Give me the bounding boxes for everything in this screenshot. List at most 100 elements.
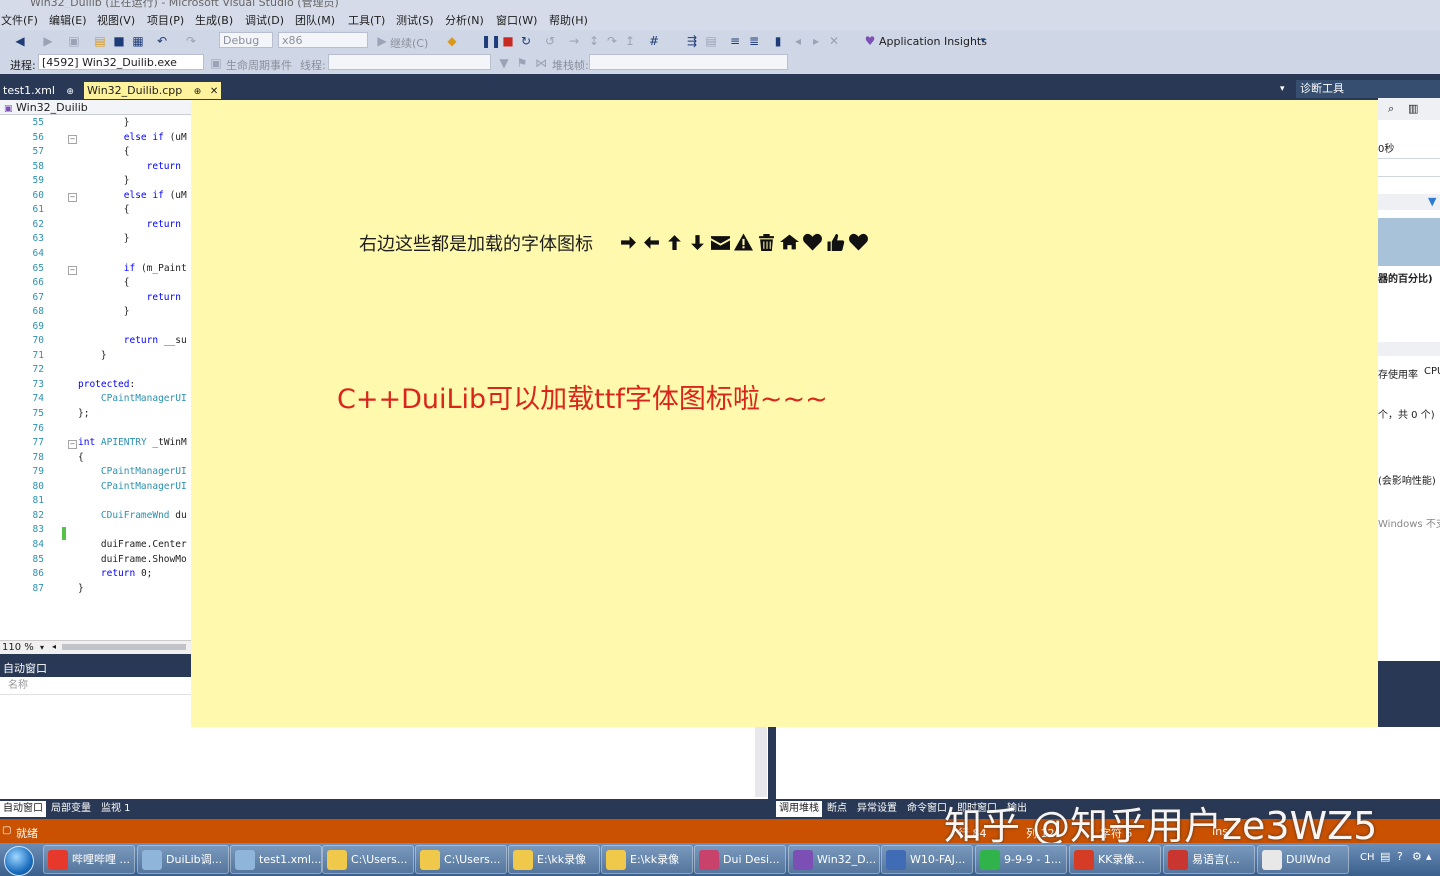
start-button[interactable] (0, 844, 38, 876)
code-line[interactable]: return __su (78, 335, 187, 346)
fold-toggle-icon[interactable]: − (68, 265, 77, 275)
taskbar-item[interactable]: Win32_D... (788, 845, 880, 874)
process-select[interactable]: [4592] Win32_Duilib.exe (38, 54, 204, 70)
taskbar-item[interactable]: 9-9-9 - 1... (975, 845, 1067, 874)
pause-icon[interactable]: ❚❚ (481, 33, 501, 49)
fold-toggle-icon[interactable]: − (68, 134, 77, 144)
code-line[interactable]: }; (78, 408, 89, 419)
zoom-in-icon[interactable]: ⌕ (1388, 102, 1394, 116)
zoom-select[interactable]: 110 % (0, 642, 34, 653)
save-icon[interactable]: ■ (111, 33, 127, 49)
next-bookmark-icon[interactable]: ▸ (808, 33, 824, 49)
menu-item[interactable]: 帮助(H) (549, 12, 588, 28)
threads-icon[interactable]: ⇶ (684, 33, 700, 49)
menu-item[interactable]: 团队(M) (295, 12, 335, 28)
code-line[interactable]: CDuiFrameWnd du (78, 510, 187, 521)
code-line[interactable]: duiFrame.Center (78, 539, 187, 550)
diag-filter[interactable]: ▼ (1378, 194, 1440, 210)
tab-call-stack[interactable]: 调用堆栈 (776, 801, 822, 817)
code-line[interactable]: return (78, 161, 181, 172)
taskbar-item[interactable]: KK录像... (1069, 845, 1161, 874)
tray-expand-icon[interactable]: ▴ (1426, 850, 1432, 863)
prev-bookmark-icon[interactable]: ◂ (790, 33, 806, 49)
show-next-statement-icon[interactable]: ↺ (542, 33, 558, 49)
bookmark-icon[interactable]: ▮ (770, 33, 786, 49)
step-out-icon[interactable]: ↷ (604, 33, 620, 49)
open-icon[interactable]: ▤ (92, 33, 108, 49)
stackframe-select[interactable] (589, 54, 788, 70)
panel-splitter[interactable] (768, 727, 774, 799)
taskbar-item[interactable]: test1.xml... (230, 845, 322, 874)
code-line[interactable]: } (78, 583, 84, 594)
code-line[interactable]: } (78, 175, 130, 186)
horizontal-scrollbar[interactable] (62, 644, 186, 650)
memory-icon[interactable]: ▤ (703, 33, 719, 49)
platform-select[interactable]: x86 (278, 32, 368, 48)
menu-item[interactable]: 编辑(E) (49, 12, 87, 28)
code-line[interactable]: return (78, 219, 181, 230)
navigation-bar[interactable]: ▣ Win32_Duilib (0, 100, 192, 115)
save-all-icon[interactable]: ▦ (130, 33, 146, 49)
taskbar-item[interactable]: 易语言(... (1163, 845, 1255, 874)
filter-icon[interactable]: ▼ (496, 55, 512, 71)
filter-dropdown-icon[interactable]: ▼ (1428, 195, 1436, 208)
restart-icon[interactable]: ↻ (518, 33, 534, 49)
menu-item[interactable]: 工具(T) (348, 12, 385, 28)
tray-settings-icon[interactable]: ⚙ (1412, 850, 1422, 863)
step-back-icon[interactable]: ↥ (622, 33, 638, 49)
forward-icon[interactable]: ▶ (40, 33, 56, 49)
app-insights-button[interactable]: Application Insights (879, 35, 987, 48)
taskbar-item[interactable]: E:\kk录像 (601, 845, 693, 874)
diag-mem-usage[interactable]: 存使用率 (1378, 366, 1418, 381)
new-project-icon[interactable]: ▣ (66, 33, 82, 49)
zoom-dropdown-icon[interactable]: ▾ (40, 641, 44, 654)
menu-item[interactable]: 调试(D) (245, 12, 284, 28)
menu-item[interactable]: 生成(B) (195, 12, 233, 28)
code-line[interactable]: if (m_Paint (78, 263, 187, 274)
tab-watch1[interactable]: 监视 1 (98, 801, 134, 817)
taskbar-item[interactable]: Dui Desi... (694, 845, 786, 874)
taskbar-item[interactable]: W10-FAJ... (881, 845, 973, 874)
code-editor[interactable]: ▣ Win32_Duilib 55 } 56 else if (uM −57 {58… (0, 100, 192, 640)
autos-column-name[interactable]: 名称 (0, 677, 192, 695)
code-line[interactable]: return 0; (78, 568, 153, 579)
keyboard-icon[interactable]: ▤ (1380, 850, 1390, 863)
diag-cpu[interactable]: CPU (1424, 366, 1440, 377)
step-over-icon[interactable]: ↕ (586, 33, 602, 49)
code-line[interactable]: } (78, 350, 107, 361)
configuration-select[interactable]: Debug (219, 32, 273, 48)
taskbar-item[interactable]: DUIWnd (1257, 845, 1349, 874)
menu-item[interactable]: 项目(P) (147, 12, 184, 28)
duilib-window[interactable]: 右边这些都是加载的字体图标 C++DuiLib可以加载ttf字体图标啦~~~ (191, 100, 1378, 727)
help-icon[interactable]: ? (1397, 850, 1403, 863)
menu-item[interactable]: 分析(N) (445, 12, 484, 28)
menu-item[interactable]: 视图(V) (97, 12, 135, 28)
flag-icon[interactable]: ⚑ (514, 55, 530, 71)
code-line[interactable]: CPaintManagerUI (78, 393, 187, 404)
continue-icon[interactable]: ▶ (374, 33, 390, 49)
menu-item[interactable]: 文件(F) (1, 12, 38, 28)
taskbar-item[interactable]: 哔哩哔哩 ... (43, 845, 135, 874)
taskbar-item[interactable]: E:\kk录像 (508, 845, 600, 874)
menu-item[interactable]: 测试(S) (396, 12, 434, 28)
fold-toggle-icon[interactable]: − (68, 192, 77, 202)
code-line[interactable]: else if (uM (78, 132, 187, 143)
code-line[interactable]: protected: (78, 379, 135, 390)
code-line[interactable]: { (78, 452, 84, 463)
tab-exception-settings[interactable]: 异常设置 (854, 801, 900, 817)
merge-icon[interactable]: ⋈ (533, 55, 549, 71)
dropdown-arrow-icon[interactable]: ▾ (975, 33, 991, 49)
stop-icon[interactable]: ■ (500, 33, 516, 49)
input-language[interactable]: CH (1360, 852, 1375, 863)
code-line[interactable]: } (78, 233, 130, 244)
taskbar-item[interactable]: C:\Users... (322, 845, 414, 874)
chart-icon[interactable]: ▥ (1408, 102, 1418, 115)
attach-icon[interactable]: ◆ (444, 33, 460, 49)
code-line[interactable]: } (78, 117, 130, 128)
hex-icon[interactable]: # (646, 33, 662, 49)
pin-icon[interactable]: ⊕ (194, 87, 202, 97)
tab-breakpoints[interactable]: 断点 (824, 801, 850, 817)
code-line[interactable]: int APIENTRY _tWinM (78, 437, 187, 448)
autos-scrollbar[interactable] (755, 727, 767, 797)
redo-icon[interactable]: ↷ (183, 33, 199, 49)
